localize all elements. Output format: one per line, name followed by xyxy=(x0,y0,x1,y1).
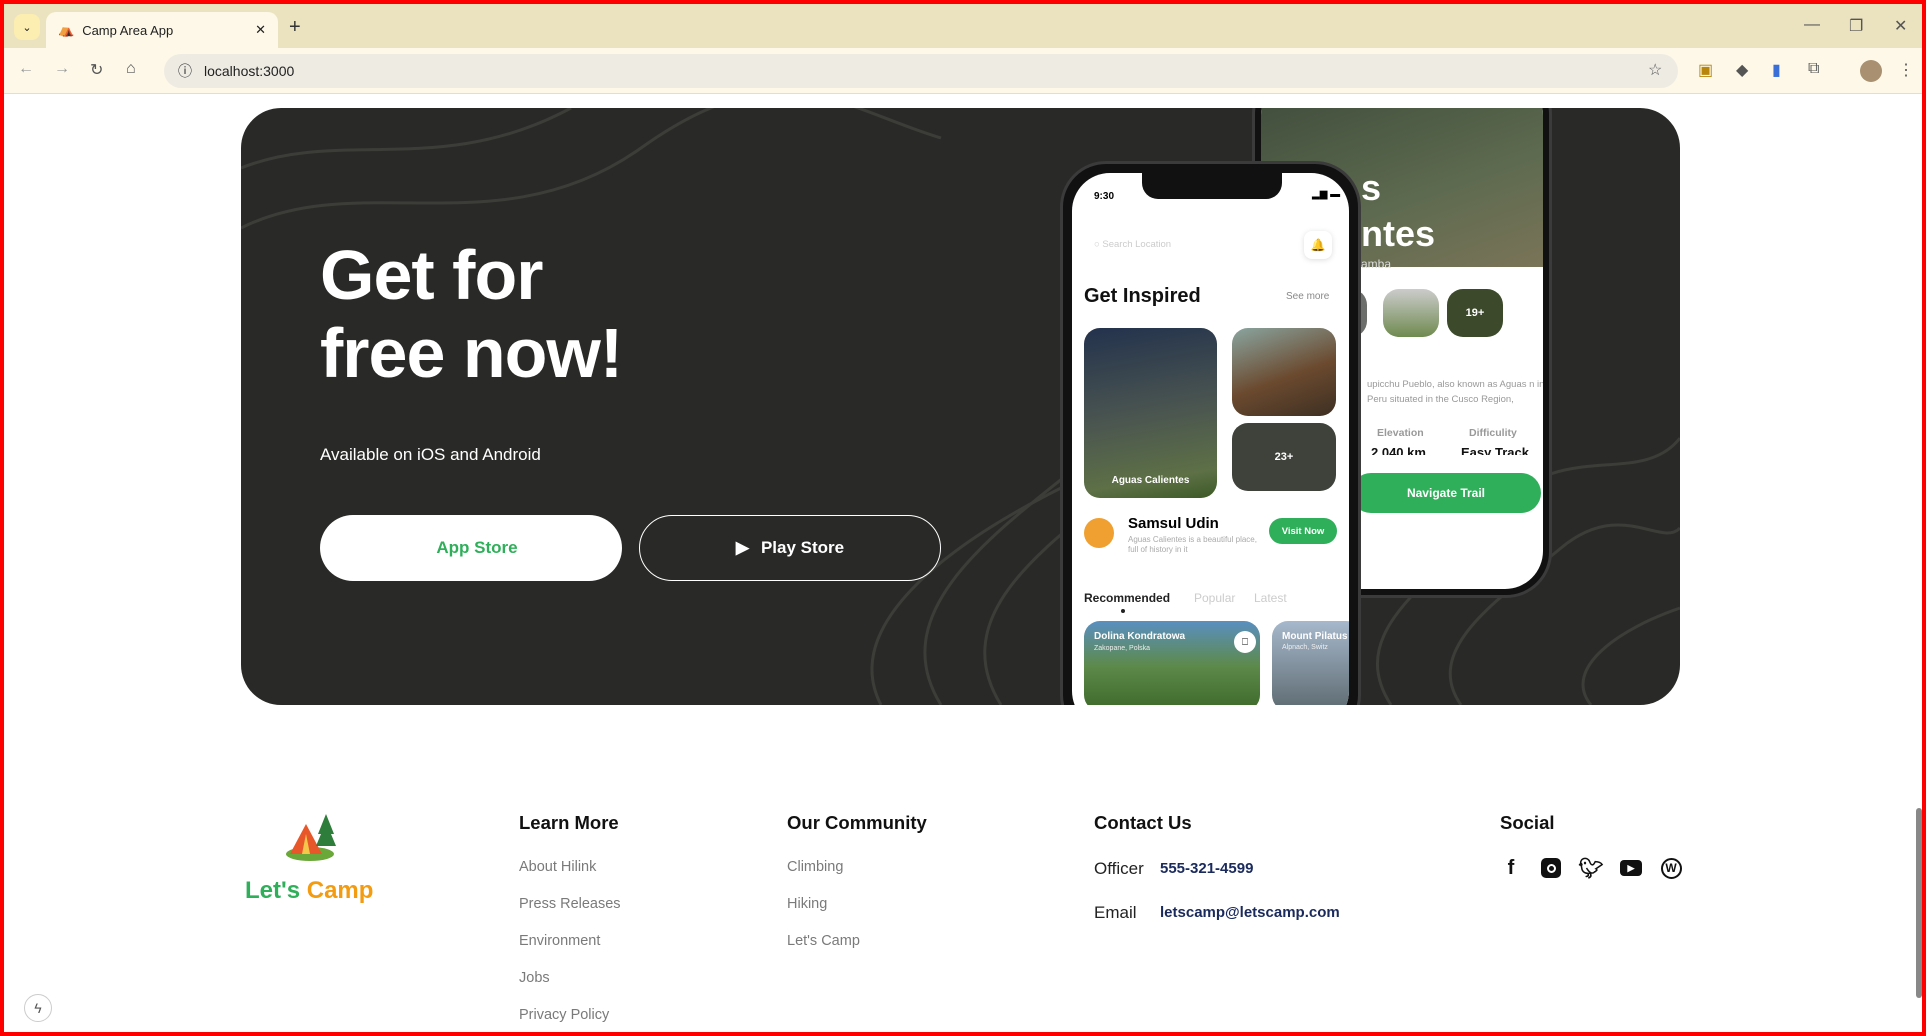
hero-title: Get for free now! xyxy=(320,236,623,392)
rec2-loc: Alpnach, Switz xyxy=(1282,644,1328,651)
phone-search: ○ Search Location xyxy=(1094,239,1172,250)
link-environment[interactable]: Environment xyxy=(519,933,600,949)
social-heading: Social xyxy=(1500,812,1555,833)
rec1-loc: Zakopane, Polska xyxy=(1094,645,1151,652)
play-store-icon: ▶ xyxy=(735,538,749,557)
bookmark-icon: ⎕ xyxy=(1234,631,1256,653)
download-app-banner: Get for free now! Available on iOS and An… xyxy=(241,108,1680,705)
extension-icon-2[interactable]: ◆ xyxy=(1736,60,1748,80)
forward-icon[interactable]: → xyxy=(54,60,70,78)
app-store-label: App Store xyxy=(436,538,518,557)
home-icon[interactable]: ⌂ xyxy=(126,60,136,78)
menu-kebab-icon[interactable]: ⋮ xyxy=(1898,60,1914,80)
back-sub: amba xyxy=(1361,257,1392,271)
person-desc: Aguas Calientes is a beautiful place, fu… xyxy=(1128,535,1257,554)
tab-search-button[interactable]: ⌄ xyxy=(14,14,40,40)
thumb-count: 19+ xyxy=(1447,289,1503,337)
back-title-1: s xyxy=(1361,167,1382,208)
card-count: 23+ xyxy=(1232,423,1336,491)
email-link[interactable]: letscamp@letscamp.com xyxy=(1160,904,1340,921)
play-store-label: Play Store xyxy=(760,538,845,557)
card-main-label: Aguas Calientes xyxy=(1111,475,1190,486)
elevation-label: Elevation xyxy=(1377,427,1424,439)
back-icon[interactable]: ← xyxy=(18,60,34,78)
youtube-icon[interactable]: ▶ xyxy=(1618,855,1644,881)
person-avatar xyxy=(1084,518,1114,548)
phone-time: 9:30 xyxy=(1094,191,1115,202)
bell-icon: 🔔 xyxy=(1304,231,1332,259)
see-more: See more xyxy=(1286,291,1330,302)
link-privacy[interactable]: Privacy Policy xyxy=(519,1007,609,1023)
twitter-icon[interactable]: 🐦︎ xyxy=(1578,855,1604,881)
instagram-icon[interactable] xyxy=(1538,855,1564,881)
restore-button[interactable]: ❐ xyxy=(1849,16,1863,36)
app-store-button[interactable]: App Store xyxy=(320,515,622,581)
extension-icon[interactable]: ▣ xyxy=(1698,60,1713,80)
link-hiking[interactable]: Hiking xyxy=(787,896,827,912)
bookmark-star-icon[interactable]: ☆ xyxy=(1648,60,1662,80)
phone-mockup-front: 9:30 ▂▆ ▬ ○ Search Location 🔔 Get Inspir… xyxy=(1060,161,1361,705)
navigate-trail-button: Navigate Trail xyxy=(1351,473,1541,513)
play-store-button[interactable]: ▶ Play Store xyxy=(639,515,941,581)
link-jobs[interactable]: Jobs xyxy=(519,970,550,986)
signal-battery-icons: ▂▆ ▬ xyxy=(1312,189,1341,200)
reload-icon[interactable]: ↻ xyxy=(90,60,103,80)
get-inspired-title: Get Inspired xyxy=(1084,285,1201,307)
link-press[interactable]: Press Releases xyxy=(519,896,621,912)
person-name: Samsul Udin xyxy=(1128,515,1219,532)
learn-more-heading: Learn More xyxy=(519,812,619,833)
browser-tab-bar: ⌄ ⛺ Camp Area App ✕ + — ❐ ✕ xyxy=(4,4,1922,48)
tab-latest: Latest xyxy=(1254,591,1287,605)
difficulty-value: Easy Track xyxy=(1461,445,1529,455)
site-info-icon[interactable]: ⓘ xyxy=(178,61,192,81)
new-tab-button[interactable]: + xyxy=(289,16,301,39)
extension-icon-3[interactable]: ▮ xyxy=(1772,60,1781,80)
link-climbing[interactable]: Climbing xyxy=(787,859,843,875)
contact-heading: Contact Us xyxy=(1094,812,1192,833)
profile-avatar[interactable] xyxy=(1860,60,1882,82)
tab-title: Camp Area App xyxy=(82,22,174,38)
scrollbar-thumb[interactable] xyxy=(1916,808,1922,998)
minimize-button[interactable]: — xyxy=(1804,16,1820,34)
close-window-button[interactable]: ✕ xyxy=(1894,16,1907,36)
tent-favicon-icon: ⛺ xyxy=(58,22,75,37)
url-text: localhost:3000 xyxy=(204,63,295,79)
close-tab-icon[interactable]: ✕ xyxy=(255,22,278,38)
address-bar[interactable]: ⓘ localhost:3000 xyxy=(164,54,1678,88)
difficulty-label: Difficulity xyxy=(1469,427,1517,439)
elevation-value: 2,040 km xyxy=(1371,445,1426,455)
hero-subtitle: Available on iOS and Android xyxy=(320,445,541,464)
officer-phone[interactable]: 555-321-4599 xyxy=(1160,860,1253,877)
footer-brand: Let's Camp xyxy=(245,877,374,904)
officer-label: Officer xyxy=(1094,859,1144,878)
wordpress-icon[interactable]: W xyxy=(1658,855,1684,881)
back-title-2: ntes xyxy=(1361,213,1436,254)
rec1-title: Dolina Kondratowa xyxy=(1094,631,1186,642)
link-lets-camp[interactable]: Let's Camp xyxy=(787,933,860,949)
lets-camp-logo xyxy=(282,812,338,862)
rec2-title: Mount Pilatus xyxy=(1282,631,1348,642)
back-desc: upicchu Pueblo, also known as Aguas n in… xyxy=(1367,379,1543,405)
browser-tab[interactable]: ⛺ Camp Area App ✕ xyxy=(46,12,278,48)
tab-popular: Popular xyxy=(1194,591,1236,605)
email-label: Email xyxy=(1094,903,1137,922)
lightning-button[interactable]: ϟ xyxy=(24,994,52,1022)
extensions-puzzle-icon[interactable]: ⧉ xyxy=(1808,60,1819,78)
browser-toolbar: ← → ↻ ⌂ ⓘ localhost:3000 ☆ ▣ ◆ ▮ ⧉ ⋮ xyxy=(4,48,1922,94)
visit-now-button: Visit Now xyxy=(1269,518,1337,544)
community-heading: Our Community xyxy=(787,812,927,833)
facebook-icon[interactable]: f xyxy=(1498,855,1524,881)
link-about[interactable]: About Hilink xyxy=(519,859,596,875)
tab-recommended: Recommended xyxy=(1084,591,1171,605)
